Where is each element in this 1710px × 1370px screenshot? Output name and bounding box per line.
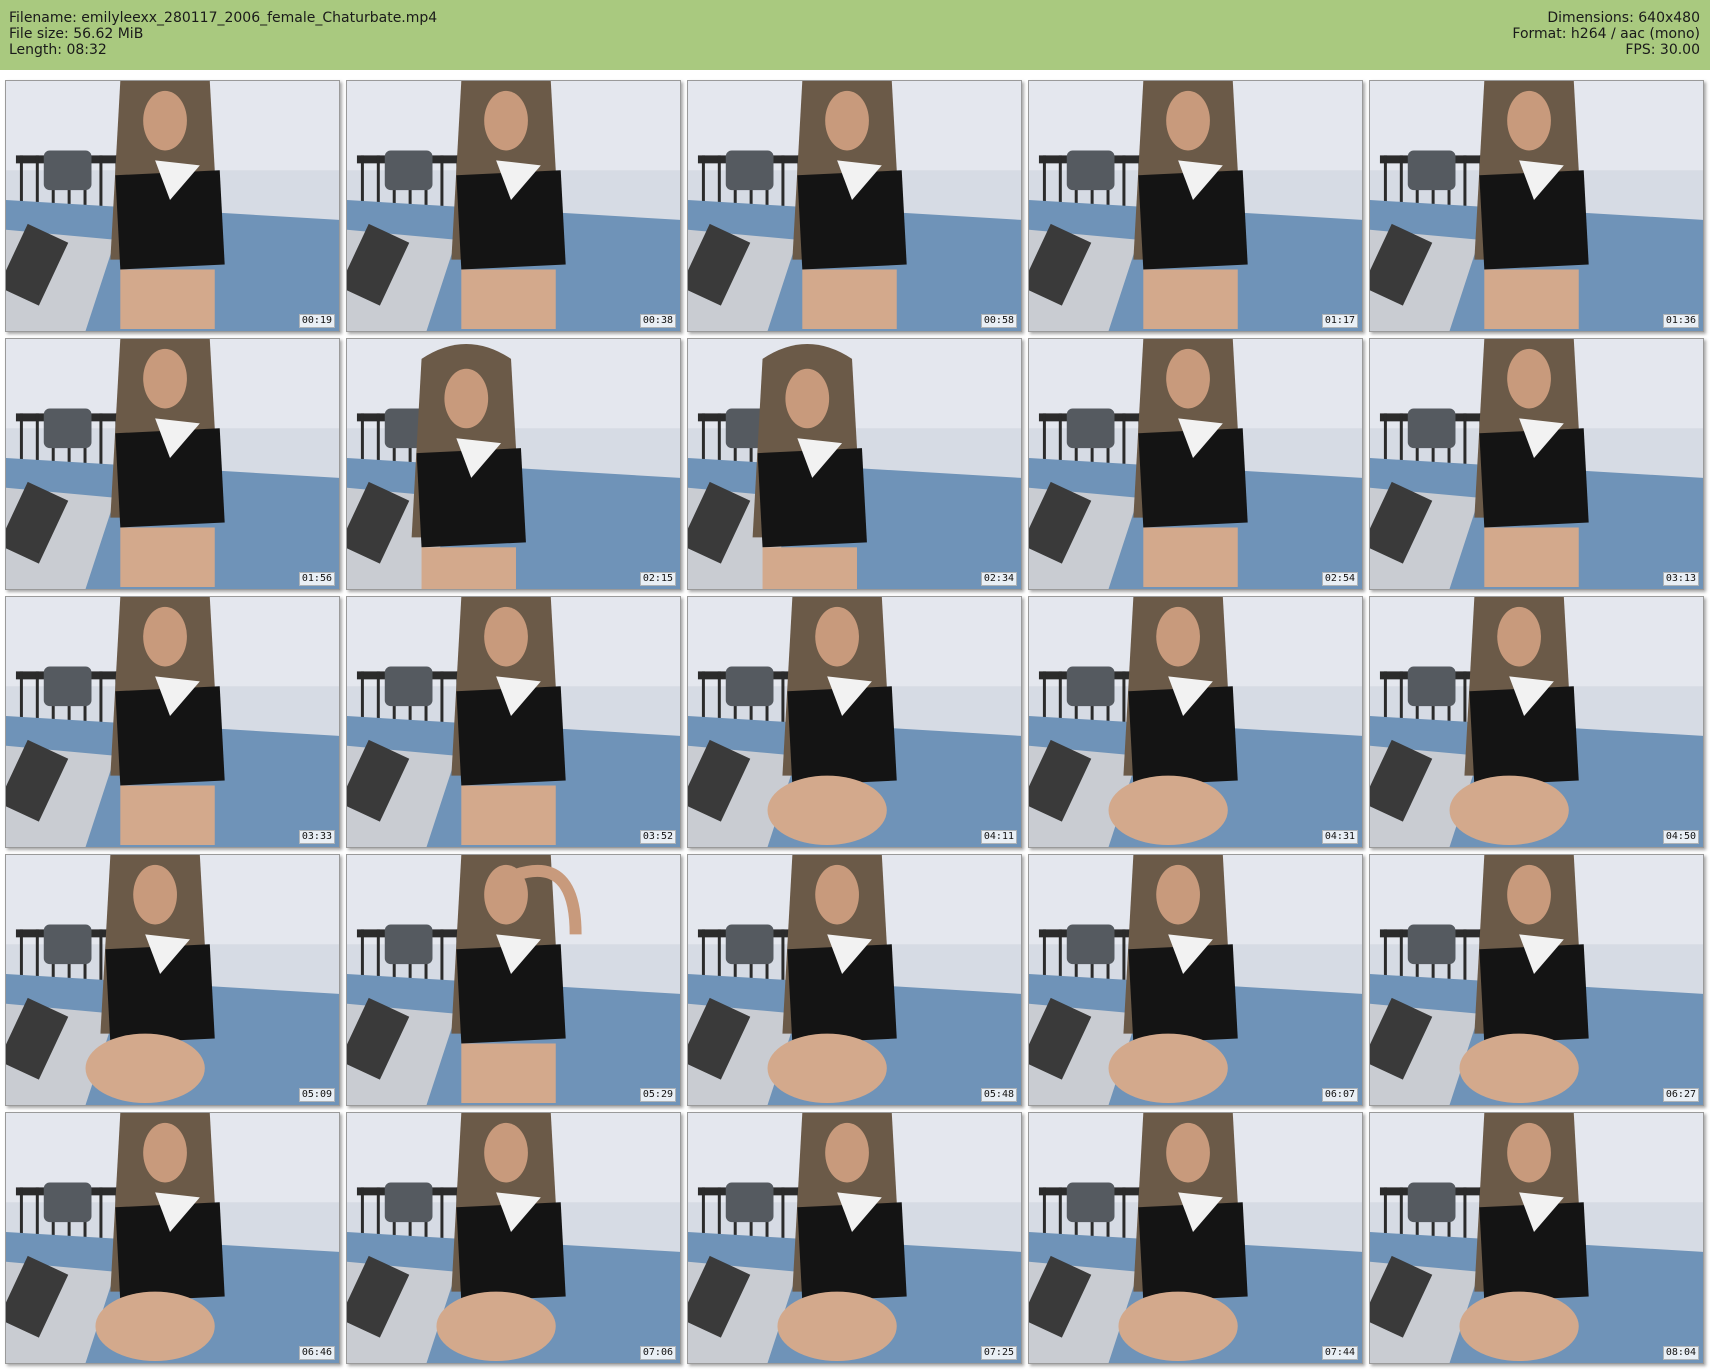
thumbnail-frame-image <box>1370 1113 1703 1363</box>
thumbnail-frame-image <box>6 1113 339 1363</box>
thumbnail-frame-image <box>6 339 339 589</box>
thumbnail-frame-image <box>347 81 680 331</box>
thumbnail-frame-image <box>1370 339 1703 589</box>
video-thumbnail: 05:48 <box>687 854 1022 1106</box>
video-thumbnail: 01:17 <box>1028 80 1363 332</box>
thumbnail-frame-image <box>6 855 339 1105</box>
video-thumbnail: 03:52 <box>346 596 681 848</box>
timestamp-label: 07:25 <box>980 1346 1017 1360</box>
video-thumbnail: 06:07 <box>1028 854 1363 1106</box>
filesize-text: File size: 56.62 MiB <box>9 26 144 42</box>
timestamp-label: 00:38 <box>639 314 676 328</box>
timestamp-label: 08:04 <box>1662 1346 1699 1360</box>
video-thumbnail: 04:31 <box>1028 596 1363 848</box>
timestamp-label: 02:34 <box>980 572 1017 586</box>
video-thumbnail: 01:56 <box>5 338 340 590</box>
thumbnail-frame-image <box>688 1113 1021 1363</box>
filename-text: Filename: emilyleexx_280117_2006_female_… <box>9 10 438 26</box>
video-thumbnail: 01:36 <box>1369 80 1704 332</box>
thumbnail-frame-image <box>1029 81 1362 331</box>
timestamp-label: 01:17 <box>1321 314 1358 328</box>
timestamp-label: 04:50 <box>1662 830 1699 844</box>
video-thumbnail: 02:54 <box>1028 338 1363 590</box>
dimensions-text: Dimensions: 640x480 <box>1547 10 1700 26</box>
timestamp-label: 03:13 <box>1662 572 1699 586</box>
file-info-right: Dimensions: 640x480 Format: h264 / aac (… <box>1512 10 1700 58</box>
video-thumbnail: 03:13 <box>1369 338 1704 590</box>
timestamp-label: 06:27 <box>1662 1088 1699 1102</box>
thumbnail-grid: 00:19 00:38 00:58 01:17 01:36 01:56 02:15 02:34… <box>0 76 1710 1370</box>
timestamp-label: 01:56 <box>298 572 335 586</box>
fps-text: FPS: 30.00 <box>1625 42 1700 58</box>
timestamp-label: 00:19 <box>298 314 335 328</box>
video-thumbnail: 06:27 <box>1369 854 1704 1106</box>
video-thumbnail: 02:34 <box>687 338 1022 590</box>
info-header: Filename: emilyleexx_280117_2006_female_… <box>0 0 1710 70</box>
thumbnail-frame-image <box>1370 855 1703 1105</box>
thumbnail-frame-image <box>1029 855 1362 1105</box>
timestamp-label: 03:33 <box>298 830 335 844</box>
timestamp-label: 06:46 <box>298 1346 335 1360</box>
thumbnail-frame-image <box>1029 1113 1362 1363</box>
thumbnail-frame-image <box>688 81 1021 331</box>
video-thumbnail: 07:06 <box>346 1112 681 1364</box>
thumbnail-frame-image <box>688 597 1021 847</box>
video-thumbnail: 05:09 <box>5 854 340 1106</box>
video-thumbnail: 00:19 <box>5 80 340 332</box>
timestamp-label: 02:54 <box>1321 572 1358 586</box>
timestamp-label: 02:15 <box>639 572 676 586</box>
video-thumbnail: 02:15 <box>346 338 681 590</box>
video-thumbnail: 06:46 <box>5 1112 340 1364</box>
timestamp-label: 05:48 <box>980 1088 1017 1102</box>
thumbnail-frame-image <box>688 855 1021 1105</box>
thumbnail-frame-image <box>1029 339 1362 589</box>
length-text: Length: 08:32 <box>9 42 107 58</box>
thumbnail-frame-image <box>1370 81 1703 331</box>
thumbnail-frame-image <box>347 339 680 589</box>
thumbnail-frame-image <box>1029 597 1362 847</box>
video-thumbnail: 03:33 <box>5 596 340 848</box>
video-thumbnail: 07:44 <box>1028 1112 1363 1364</box>
format-text: Format: h264 / aac (mono) <box>1512 26 1700 42</box>
timestamp-label: 00:58 <box>980 314 1017 328</box>
video-thumbnail: 08:04 <box>1369 1112 1704 1364</box>
timestamp-label: 01:36 <box>1662 314 1699 328</box>
timestamp-label: 06:07 <box>1321 1088 1358 1102</box>
file-info-left: Filename: emilyleexx_280117_2006_female_… <box>9 10 437 58</box>
timestamp-label: 03:52 <box>639 830 676 844</box>
thumbnail-frame-image <box>347 597 680 847</box>
timestamp-label: 04:11 <box>980 830 1017 844</box>
timestamp-label: 07:06 <box>639 1346 676 1360</box>
thumbnail-frame-image <box>688 339 1021 589</box>
video-thumbnail: 05:29 <box>346 854 681 1106</box>
timestamp-label: 05:29 <box>639 1088 676 1102</box>
thumbnail-frame-image <box>6 81 339 331</box>
video-thumbnail: 00:38 <box>346 80 681 332</box>
timestamp-label: 04:31 <box>1321 830 1358 844</box>
thumbnail-frame-image <box>6 597 339 847</box>
timestamp-label: 07:44 <box>1321 1346 1358 1360</box>
video-thumbnail: 04:11 <box>687 596 1022 848</box>
video-thumbnail: 07:25 <box>687 1112 1022 1364</box>
thumbnail-frame-image <box>1370 597 1703 847</box>
thumbnail-frame-image <box>347 1113 680 1363</box>
thumbnail-frame-image <box>347 855 680 1105</box>
video-thumbnail: 04:50 <box>1369 596 1704 848</box>
video-thumbnail: 00:58 <box>687 80 1022 332</box>
timestamp-label: 05:09 <box>298 1088 335 1102</box>
